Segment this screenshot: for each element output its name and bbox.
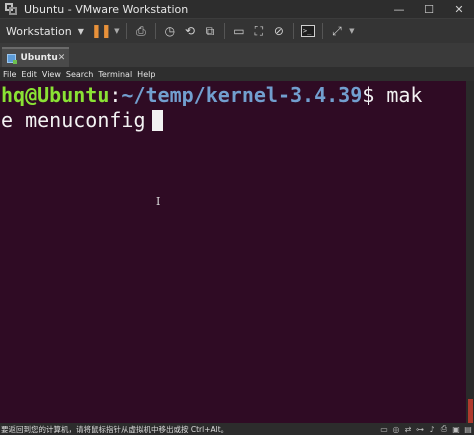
- close-button[interactable]: ✕: [444, 0, 474, 18]
- scrollbar[interactable]: [466, 81, 474, 423]
- view-menu-chevron-icon[interactable]: ▼: [347, 19, 357, 44]
- window-titlebar: Ubuntu - VMware Workstation — ☐ ✕: [0, 0, 474, 18]
- menu-search[interactable]: Search: [66, 70, 93, 79]
- command-text-part1: mak: [374, 83, 423, 107]
- menu-help[interactable]: Help: [137, 70, 155, 79]
- terminal-line-1: hq@Ubuntu:~/temp/kernel-3.4.39$ mak: [1, 83, 466, 108]
- manage-snapshots-icon[interactable]: ⧉: [200, 19, 220, 44]
- stretch-view-icon[interactable]: ⤢: [327, 19, 347, 44]
- tab-label: Ubuntu: [20, 53, 58, 63]
- maximize-button[interactable]: ☐: [414, 0, 444, 18]
- prompt-user: hq@Ubuntu: [1, 83, 110, 107]
- full-screen-icon[interactable]: ⛶: [249, 19, 269, 44]
- terminal-menubar: File Edit View Search Terminal Help: [0, 67, 474, 81]
- toolbar-divider: [292, 23, 294, 39]
- menu-edit[interactable]: Edit: [21, 70, 37, 79]
- vm-running-icon: [7, 53, 19, 64]
- printer-icon[interactable]: ⎙: [438, 424, 450, 434]
- terminal-line-2: e menuconfig: [1, 108, 466, 133]
- cd-drive-icon[interactable]: ◎: [390, 425, 402, 434]
- main-toolbar: Workstation ▼ ❚❚ ▼ ⎙ ◷ ⟲ ⧉ ▭ ⛶ ⊘ >_ ⤢ ▼: [0, 18, 474, 43]
- terminal-output[interactable]: hq@Ubuntu:~/temp/kernel-3.4.39$ mak e me…: [0, 81, 466, 423]
- command-text-part2: e menuconfig: [1, 108, 146, 132]
- usb-icon[interactable]: ⊶: [414, 425, 426, 434]
- text-cursor: [151, 110, 163, 131]
- message-icon[interactable]: ▤: [462, 425, 474, 434]
- menu-view[interactable]: View: [42, 70, 61, 79]
- vm-tab-strip: Ubuntu ✕: [0, 43, 474, 67]
- prompt-dollar: $: [362, 83, 375, 107]
- fit-guest-icon[interactable]: ▭: [229, 19, 249, 44]
- display-icon[interactable]: ▣: [450, 425, 462, 434]
- toolbar-divider: [154, 23, 156, 39]
- hard-disk-icon[interactable]: ▭: [378, 425, 390, 434]
- minimize-button[interactable]: —: [384, 0, 414, 18]
- status-message: 要返回到您的计算机，请将鼠标指针从虚拟机中移出或按 Ctrl+Alt。: [1, 424, 229, 434]
- window-title: Ubuntu - VMware Workstation: [24, 2, 189, 16]
- mouse-ibeam-cursor-icon: I: [156, 195, 161, 208]
- workstation-menu-label: Workstation: [6, 24, 72, 38]
- chevron-down-icon: ▼: [77, 26, 84, 36]
- sound-icon[interactable]: ♪: [426, 425, 438, 434]
- toolbar-divider: [321, 23, 323, 39]
- toolbar-divider: [125, 23, 127, 39]
- network-icon[interactable]: ⇄: [402, 425, 414, 434]
- prompt-separator: :: [109, 83, 122, 107]
- tab-close-icon[interactable]: ✕: [58, 53, 69, 63]
- power-menu-chevron-icon[interactable]: ▼: [112, 19, 122, 44]
- scrollbar-thumb[interactable]: [468, 399, 473, 423]
- toolbar-divider: [223, 23, 225, 39]
- snapshot-icon[interactable]: ◷: [160, 19, 180, 44]
- prompt-path: ~/temp/kernel-3.4.39: [121, 83, 363, 107]
- device-icons: ▭ ◎ ⇄ ⊶ ♪ ⎙ ▣ ▤: [378, 424, 474, 434]
- menu-terminal[interactable]: Terminal: [98, 70, 132, 79]
- vmware-logo-icon: [5, 2, 18, 16]
- console-view-icon[interactable]: >_: [298, 19, 318, 44]
- status-bar: 要返回到您的计算机，请将鼠标指针从虚拟机中移出或按 Ctrl+Alt。 ▭ ◎ …: [0, 423, 474, 435]
- tab-ubuntu[interactable]: Ubuntu ✕: [2, 47, 69, 67]
- pause-icon[interactable]: ❚❚: [90, 19, 112, 44]
- unity-icon[interactable]: ⊘: [269, 19, 289, 44]
- menu-file[interactable]: File: [3, 70, 16, 79]
- send-keys-icon[interactable]: ⎙: [131, 19, 151, 44]
- workstation-menu-button[interactable]: Workstation ▼: [0, 19, 90, 44]
- revert-snapshot-icon[interactable]: ⟲: [180, 19, 200, 44]
